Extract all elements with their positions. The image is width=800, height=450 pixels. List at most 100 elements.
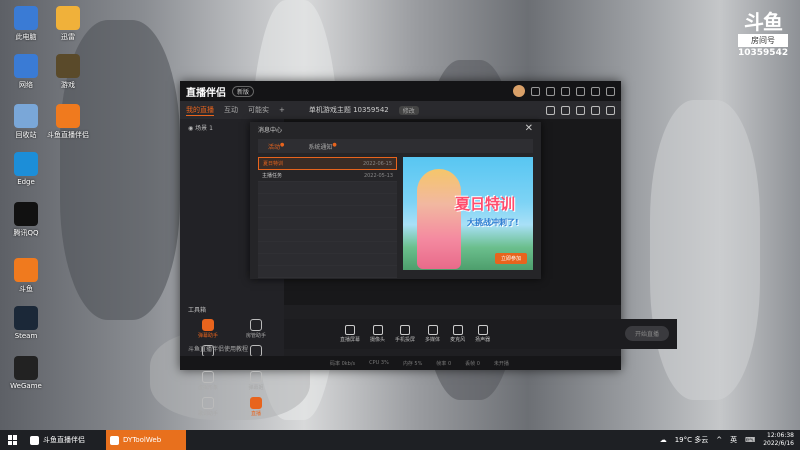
desktop-icon-qq[interactable]: 腾讯QQ [4, 202, 48, 238]
danmaku-icon [202, 319, 214, 331]
dialog-close-icon[interactable]: ✕ [525, 123, 533, 134]
source-label: 扬声器 [475, 337, 491, 343]
layout-icon[interactable] [576, 105, 585, 115]
dialog-tab-system[interactable]: 系统通知● [308, 142, 336, 151]
desktop-icon-douyu[interactable]: 斗鱼 [4, 258, 48, 294]
message-item[interactable]: 主播任务 2022-05-13 [258, 170, 397, 182]
tab-my-live[interactable]: 我的直播 [186, 105, 214, 116]
admin-icon [250, 319, 262, 331]
lock-icon[interactable] [561, 105, 570, 115]
source-phone[interactable]: 手机投屏 [395, 325, 415, 343]
message-item[interactable]: 夏日特训 2022-06-15 [258, 157, 397, 170]
weather-text[interactable]: 19°C 多云 [675, 435, 709, 445]
settings-icon[interactable] [561, 86, 570, 96]
source-speaker[interactable]: 扬声器 [475, 325, 490, 343]
screen-icon [345, 325, 355, 335]
desktop-icon-label: Edge [17, 178, 35, 186]
message-date: 2022-05-13 [363, 172, 393, 179]
desktop-icon-label: Steam [14, 332, 38, 340]
tool-label: 歌词助手 [197, 411, 218, 417]
unread-dot-icon: ● [332, 141, 337, 148]
desktop-icon-recycle-bin[interactable]: 回收站 [4, 104, 48, 140]
danmaku-bot-icon [250, 371, 262, 383]
source-media[interactable]: 多媒体 [425, 325, 440, 343]
tool-lyrics[interactable]: 歌词助手 [184, 397, 232, 417]
douyu-icon [14, 258, 38, 282]
desktop-icon-edge[interactable]: Edge [4, 152, 48, 186]
tab-more[interactable]: 可能实 [248, 105, 269, 115]
folder-icon [56, 6, 80, 30]
desktop-icon-computer[interactable]: 此电脑 [4, 6, 48, 42]
desktop-icon-steam[interactable]: Steam [4, 306, 48, 340]
join-now-button[interactable]: 立即参加 [494, 253, 527, 264]
desktop-icon-label: 迅雷 [61, 33, 75, 41]
tool-live[interactable]: 直播 [232, 397, 280, 417]
edit-room-button[interactable]: 修改 [398, 105, 419, 115]
tool-avatar[interactable]: 虚拟形象 [184, 371, 232, 391]
bell-icon[interactable] [591, 105, 600, 115]
clock[interactable]: 12:06:38 2022/6/16 [763, 432, 794, 448]
desktop-icon-network[interactable]: 网络 [4, 54, 48, 90]
douyu-logo: 斗鱼 [744, 10, 783, 34]
message-center-dialog: 消息中心 ✕ 活动● 系统通知● 夏日特训 2022-06-15 主播任务 2022-0… [250, 122, 541, 279]
dialog-tab-label: 活动 [268, 143, 281, 151]
skin-icon[interactable] [546, 86, 555, 96]
keyboard-icon[interactable]: ⌨ [745, 436, 755, 444]
message-title: 夏日特训 [263, 161, 284, 167]
message-icon[interactable] [531, 86, 540, 96]
recycle-bin-icon [14, 104, 38, 128]
ime-indicator[interactable]: 英 [730, 435, 737, 445]
dialog-tab-activity[interactable]: 活动● [268, 142, 284, 151]
close-icon[interactable] [606, 86, 615, 96]
minimize-icon[interactable] [576, 86, 585, 96]
user-avatar[interactable] [513, 85, 525, 97]
desktop-icon-folder[interactable]: 迅雷 [46, 6, 90, 42]
source-camera[interactable]: 摄像头 [370, 325, 385, 343]
desktop-icon-wegame[interactable]: WeGame [4, 356, 48, 390]
banner-character-illustration [417, 169, 461, 269]
event-banner[interactable]: 夏日特训 大挑战冲刺了! 立即参加 [403, 157, 533, 270]
start-live-button[interactable]: 开始直播 [624, 326, 669, 341]
source-controls: 直播屏幕 摄像头 手机投屏 多媒体 麦克风 扬声器 开始直播 [284, 319, 677, 349]
camera-icon [372, 325, 383, 335]
game-icon [56, 54, 80, 78]
tray-expand-icon[interactable]: ^ [716, 436, 722, 444]
brand-badge[interactable]: 新版 [232, 85, 255, 97]
start-button[interactable] [0, 430, 26, 450]
tool-label: 弹幕姬 [248, 385, 264, 391]
taskbar-item[interactable]: 斗鱼直播伴侣 [26, 430, 106, 450]
tutorial-link[interactable]: 斗鱼直播伴侣使用教程 [188, 344, 248, 353]
add-tab-icon[interactable]: + [279, 106, 285, 114]
desktop-icon-game[interactable]: 游戏 [46, 54, 90, 90]
source-screen[interactable]: 直播屏幕 [340, 325, 360, 343]
maximize-icon[interactable] [591, 86, 600, 96]
message-title: 主播任务 [262, 173, 283, 179]
tool-admin[interactable]: 房管助手 [232, 319, 280, 339]
record-icon[interactable] [546, 105, 555, 115]
tool-label: 弹幕助手 [197, 333, 218, 339]
empty-row [258, 242, 397, 254]
status-item: 未开播 [493, 360, 509, 367]
tool-danmaku-bot[interactable]: 弹幕姬 [232, 371, 280, 391]
banner-headline: 夏日特训 [455, 195, 516, 213]
app-icon [30, 435, 39, 445]
taskbar-item-label: 斗鱼直播伴侣 [43, 436, 85, 444]
taskbar-item-label: DYToolWeb [123, 436, 162, 444]
qq-icon [14, 202, 38, 226]
desktop-icon-douyu-companion[interactable]: 斗鱼直播伴侣 [46, 104, 90, 140]
status-item: 帧率 0 [436, 360, 452, 367]
desktop-icon-label: WeGame [10, 382, 42, 390]
tab-interact[interactable]: 互动 [224, 105, 238, 115]
taskbar-item[interactable]: DYToolWeb [106, 430, 186, 450]
share-icon[interactable] [606, 105, 615, 115]
weather-icon[interactable]: ☁ [660, 436, 667, 444]
empty-row [258, 182, 397, 194]
source-label: 麦克风 [450, 337, 466, 343]
source-mic[interactable]: 麦克风 [450, 325, 465, 343]
tool-danmaku[interactable]: 弹幕助手 [184, 319, 232, 339]
message-date: 2022-06-15 [362, 160, 392, 167]
speaker-icon [477, 325, 488, 335]
lyrics-icon [202, 397, 214, 409]
windows-taskbar: 斗鱼直播伴侣 DYToolWeb ☁ 19°C 多云 ^ 英 ⌨ 12:06:38… [0, 430, 800, 450]
banner-subtitle: 大挑战冲刺了! [467, 218, 519, 227]
